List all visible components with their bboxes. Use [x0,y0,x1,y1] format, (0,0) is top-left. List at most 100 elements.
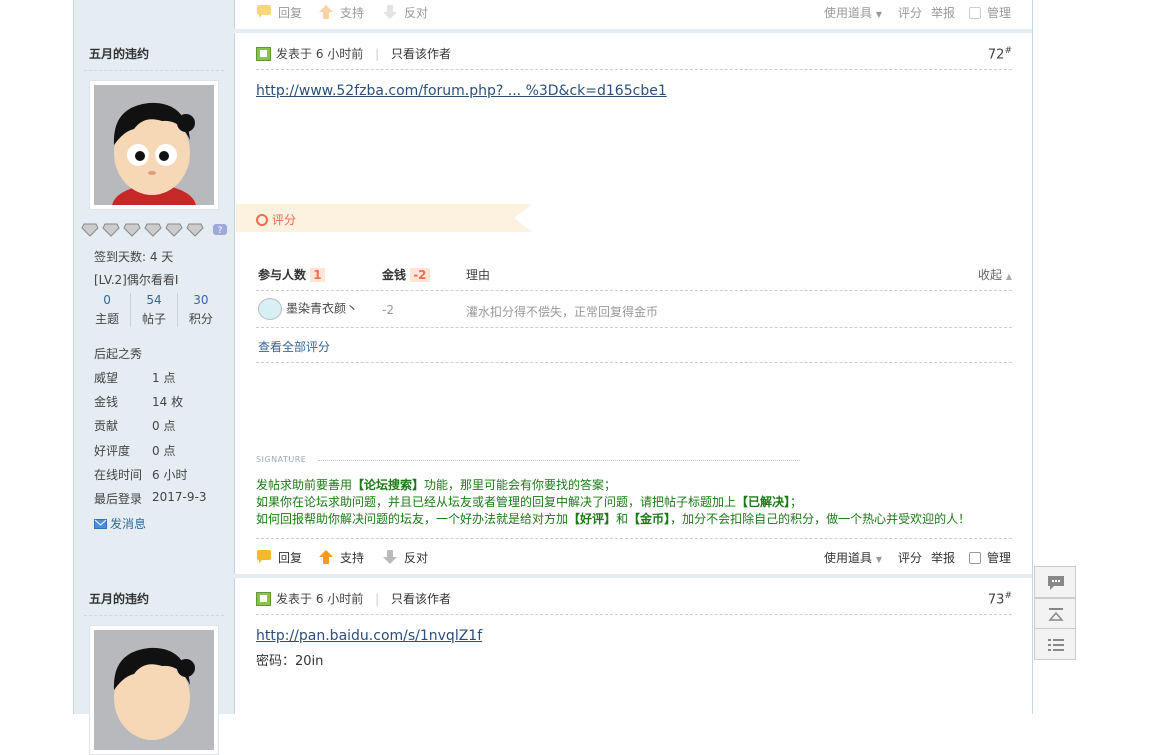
divider [256,69,1012,70]
back-to-top-icon [1048,608,1064,621]
chevron-up-icon: ▲ [1005,272,1012,281]
comment-icon [1048,576,1064,590]
post-meta: 发表于 6 小时前 | 只看该作者 [256,590,451,607]
reply-button[interactable]: 回复 [256,549,302,566]
rating-money-total: 金钱 -2 [382,266,430,283]
post-time: 发表于 6 小时前 [276,592,364,606]
field-value: 6 小时 [152,468,188,482]
help-icon[interactable]: ? [211,223,229,237]
arrow-down-icon [383,5,397,19]
chevron-down-icon: ▼ [875,555,882,564]
diamond-icon [81,223,99,237]
field-label: 威望 [94,371,119,385]
rater-reason: 灌水扣分得不偿失，正常回复得金币 [466,305,659,319]
avatar-image [94,630,214,750]
diamond-icon [186,223,204,237]
floor-number[interactable]: 72# [988,46,1012,62]
diamond-icon [123,223,141,237]
prev-reply-button[interactable]: 回复 [256,4,302,21]
prev-report-link[interactable]: 举报 [931,4,955,21]
online-icon [256,592,271,606]
author-only-link[interactable]: 只看该作者 [391,47,451,61]
post73-author-sidebar: 五月的违约 [74,578,235,755]
signature-label: SIGNATURE [256,455,307,464]
user-level: [LV.2]偶尔看看I [94,273,179,287]
post-meta: 发表于 6 小时前 | 只看该作者 [256,45,451,62]
prev-rate-link[interactable]: 评分 [898,4,922,21]
author-only-link[interactable]: 只看该作者 [391,592,451,606]
oppose-button[interactable]: 反对 [382,549,428,566]
divider [318,460,800,461]
rating-reason-header: 理由 [466,268,491,282]
field-value: 14 枚 [152,395,184,409]
avatar[interactable] [89,80,219,210]
prev-post-actions: 回复 支持 反对 使用道具 ▼ 评分 举报 管理 [236,0,1032,29]
support-button[interactable]: 支持 [318,549,364,566]
author-name[interactable]: 五月的违约 [89,590,149,607]
arrow-up-icon [319,5,333,19]
view-all-ratings-link[interactable]: 查看全部评分 [258,338,330,355]
field-label: 在线时间 [94,468,143,482]
circle-icon [256,214,268,226]
send-message-link[interactable]: 发消息 [94,515,146,532]
divider [256,538,1012,539]
reply-icon [257,5,271,18]
floor-number[interactable]: 73# [988,591,1012,607]
stat-threads[interactable]: 0 主题 [84,293,132,327]
report-link[interactable]: 举报 [931,549,955,566]
user-group[interactable]: 后起之秀 [94,345,142,362]
arrow-up-icon [319,550,333,564]
back-to-top-button[interactable] [1034,598,1076,630]
divider [84,70,224,71]
rank-stars: ? [81,223,232,240]
author-name[interactable]: 五月的违约 [89,45,149,62]
field-value: 1 点 [152,371,176,385]
rating-title: 评分 [256,211,296,228]
field-value: 0 点 [152,419,176,433]
prev-oppose-button[interactable]: 反对 [382,4,428,21]
post-password: 密码：20in [256,654,324,669]
prev-support-button[interactable]: 支持 [318,4,364,21]
divider [256,290,1012,291]
prev-tools-menu[interactable]: 使用道具 ▼ [824,4,882,21]
user-stats: 0 主题 54 帖子 30 积分 [84,293,224,327]
arrow-down-icon [383,550,397,564]
rating-participants: 参与人数 1 [258,266,325,283]
quick-reply-button[interactable] [1034,566,1076,598]
post-link[interactable]: http://pan.baidu.com/s/1nvqlZ1f [256,628,482,644]
chevron-down-icon: ▼ [875,10,882,19]
checkin-days: 签到天数: 4 天 [94,250,174,264]
rating-row: 墨染青衣颜丶 [258,298,358,320]
field-label: 贡献 [94,419,119,433]
rater-avatar[interactable] [258,298,282,320]
checkbox-icon [969,7,981,19]
checkbox-icon [969,552,981,564]
post-link[interactable]: http://www.52fzba.com/forum.php? ... %3D… [256,83,667,99]
field-value: 0 点 [152,444,176,458]
prev-manage-checkbox[interactable]: 管理 [969,4,1011,21]
stat-posts[interactable]: 54 帖子 [130,293,178,327]
post72-content: 发表于 6 小时前 | 只看该作者 72# http://www.52fzba.… [236,33,1032,574]
rate-link[interactable]: 评分 [898,549,922,566]
reply-icon [257,550,271,563]
rating-collapse-button[interactable]: 收起 ▲ [978,266,1012,283]
thread-container: 回复 支持 反对 使用道具 ▼ 评分 举报 管理 五月的违约 ? 签到天数: 4… [73,0,1033,755]
rater-name[interactable]: 墨染青衣颜丶 [286,302,358,316]
rater-money: -2 [382,303,394,317]
field-label: 金钱 [94,395,119,409]
avatar-image [94,85,214,205]
manage-checkbox[interactable]: 管理 [969,549,1011,566]
stat-credits[interactable]: 30 积分 [177,293,224,327]
field-label: 最后登录 [94,492,143,506]
avatar[interactable] [89,625,219,755]
svg-text:?: ? [218,226,223,236]
tools-menu[interactable]: 使用道具 ▼ [824,549,882,566]
field-value: 2017-9-3 [152,490,207,504]
signature-text: 发帖求助前要善用【论坛搜索】功能，那里可能会有你要找的答案； 如果你在论坛求助问… [256,478,971,526]
divider [256,362,1012,363]
diamond-icon [144,223,162,237]
prev-post-sidebar [74,0,235,29]
return-to-list-button[interactable] [1034,628,1076,660]
mail-icon [94,519,107,529]
divider [256,614,1012,615]
